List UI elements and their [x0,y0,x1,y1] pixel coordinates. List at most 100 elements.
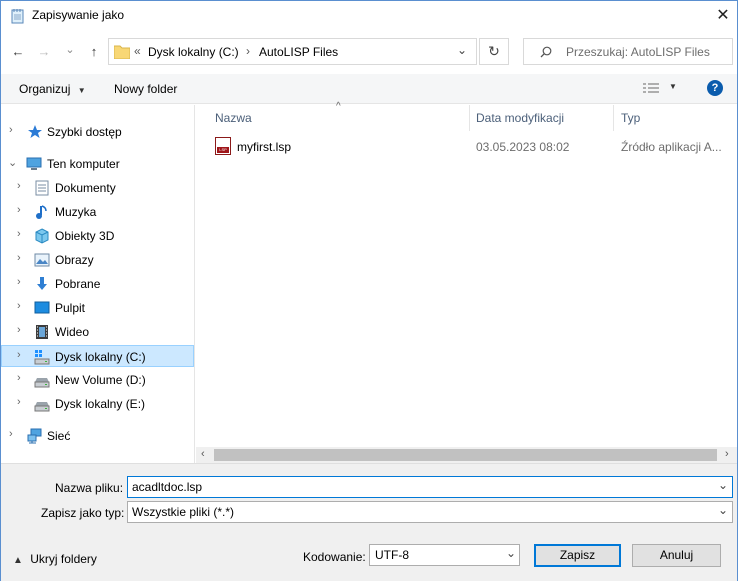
star-icon [28,125,42,138]
details-view-icon [643,83,659,93]
tree-item-quick-access[interactable]: › Szybki dostęp [1,121,194,143]
chevron-right-icon[interactable]: › [17,204,21,216]
filename-label: Nazwa pliku: [55,481,124,495]
tree-item-label: Obrazy [55,253,94,267]
tree-item-label: Pulpit [55,301,86,315]
chevron-right-icon[interactable]: › [17,300,21,312]
tree-item-label: Ten komputer [47,157,120,171]
tree-item-network[interactable]: › Sieć [1,425,194,447]
drive-icon [34,378,50,388]
pictures-icon [34,253,50,267]
breadcrumb-separator-icon: › [246,44,250,58]
breadcrumb-overflow-icon[interactable]: « [134,44,141,58]
tree-item-music[interactable]: › Muzyka [1,201,194,223]
back-arrow-icon: ← [11,44,25,59]
column-header-date[interactable]: Data modyfikacji [476,111,564,125]
scroll-right-icon[interactable]: › [725,448,729,460]
folder-icon [114,45,130,59]
filename-value: acadltdoc.lsp [132,480,203,494]
file-row[interactable]: LSP myfirst.lsp 03.05.2023 08:02 Źródło … [206,135,726,157]
tree-item-label: Dysk lokalny (E:) [55,397,146,411]
tree-item-label: Dysk lokalny (C:) [55,350,146,364]
caret-down-icon: ▼ [669,82,677,91]
organize-button[interactable]: Organizuj ▼ [19,82,86,96]
address-bar[interactable]: « Dysk lokalny (C:) › AutoLISP Files ⌄ [108,38,477,65]
tree-item-drive-e[interactable]: › Dysk lokalny (E:) [1,393,194,415]
breadcrumb-item-drive-c[interactable]: Dysk lokalny (C:) [148,45,239,59]
caret-down-icon: ▼ [77,86,86,95]
video-icon [36,325,48,339]
save-button[interactable]: Zapisz [534,544,621,567]
tree-item-drive-c[interactable]: › Dysk lokalny (C:) [1,345,194,367]
tree-item-this-pc[interactable]: ⌄ Ten komputer [1,153,194,175]
column-divider[interactable] [469,105,470,131]
forward-button[interactable]: → [35,41,53,63]
column-divider[interactable] [613,105,614,131]
filename-input[interactable]: acadltdoc.lsp ⌄ [127,476,733,498]
close-button[interactable]: ✕ [709,5,737,27]
chevron-right-icon[interactable]: › [17,372,21,384]
scrollbar-thumb[interactable] [214,449,717,461]
column-header-type[interactable]: Typ [621,111,640,125]
organize-label: Organizuj [19,82,71,96]
chevron-down-icon[interactable]: ⌄ [718,503,728,517]
file-type: Źródło aplikacji A... [621,140,722,154]
chevron-right-icon[interactable]: › [17,324,21,336]
back-button[interactable]: ← [9,41,27,63]
file-icon-badge: LSP [217,147,229,153]
column-header-name[interactable]: Nazwa [215,111,252,125]
desktop-icon [34,301,50,314]
tree-item-downloads[interactable]: › Pobrane [1,273,194,295]
tree-item-label: Wideo [55,325,90,339]
notepad-icon [11,9,24,24]
forward-arrow-icon: → [37,44,51,59]
help-button[interactable]: ? [707,80,723,96]
chevron-down-icon[interactable]: ⌄ [718,478,728,492]
encoding-label: Kodowanie: [303,550,366,564]
chevron-down-icon[interactable]: ⌄ [8,156,17,169]
scroll-left-icon[interactable]: ‹ [201,448,205,460]
tree-item-label: Szybki dostęp [47,125,122,139]
up-button[interactable]: ↑ [85,41,103,63]
chevron-right-icon[interactable]: › [17,276,21,288]
chevron-right-icon[interactable]: › [17,396,21,408]
hide-folders-toggle[interactable]: ▲ Ukryj foldery [13,552,97,566]
new-folder-button[interactable]: Nowy folder [114,82,177,96]
chevron-up-icon: ▲ [13,555,23,566]
save-label: Zapisz [559,548,596,562]
encoding-select[interactable]: UTF-8 ⌄ [369,544,520,566]
tree-item-desktop[interactable]: › Pulpit [1,297,194,319]
recent-locations-button[interactable]: ⌄ [63,39,77,61]
view-options-button[interactable]: ▼ [643,81,683,97]
chevron-right-icon[interactable]: › [17,228,21,240]
address-dropdown-icon[interactable]: ⌄ [457,43,467,57]
tree-item-pictures[interactable]: › Obrazy [1,249,194,271]
cancel-button[interactable]: Anuluj [632,544,721,567]
help-icon: ? [711,82,719,94]
filetype-select[interactable]: Wszystkie pliki (*.*) ⌄ [127,501,733,523]
tree-item-label: Sieć [47,429,71,443]
breadcrumb-item-autolisp-files[interactable]: AutoLISP Files [259,45,338,59]
navigation-pane: › Szybki dostęp ⌄ Ten komputer › Dokumen… [1,105,195,463]
horizontal-scrollbar[interactable]: ‹ › [196,447,737,463]
refresh-button[interactable]: ↻ [479,38,509,65]
save-as-dialog: Zapisywanie jako ✕ ← → ⌄ ↑ « Dysk lokaln… [0,0,738,581]
tree-item-label: Obiekty 3D [55,229,115,243]
chevron-right-icon[interactable]: › [9,428,13,440]
search-placeholder: Przeszukaj: AutoLISP Files [566,45,710,59]
chevron-right-icon[interactable]: › [9,124,13,136]
encoding-value: UTF-8 [375,548,409,562]
tree-item-videos[interactable]: › Wideo [1,321,194,343]
tree-item-label: Dokumenty [55,181,116,195]
chevron-right-icon[interactable]: › [17,252,21,264]
tree-item-documents[interactable]: › Dokumenty [1,177,194,199]
file-list-header: ^ Nazwa Data modyfikacji Typ [196,101,737,131]
tree-item-3d-objects[interactable]: › Obiekty 3D [1,225,194,247]
chevron-right-icon[interactable]: › [17,349,21,361]
file-modified: 03.05.2023 08:02 [476,140,570,154]
chevron-right-icon[interactable]: › [17,180,21,192]
tree-item-drive-d[interactable]: › New Volume (D:) [1,369,194,391]
search-box[interactable]: Przeszukaj: AutoLISP Files [523,38,733,65]
lsp-file-icon: LSP [215,137,231,155]
up-arrow-icon: ↑ [90,44,98,59]
